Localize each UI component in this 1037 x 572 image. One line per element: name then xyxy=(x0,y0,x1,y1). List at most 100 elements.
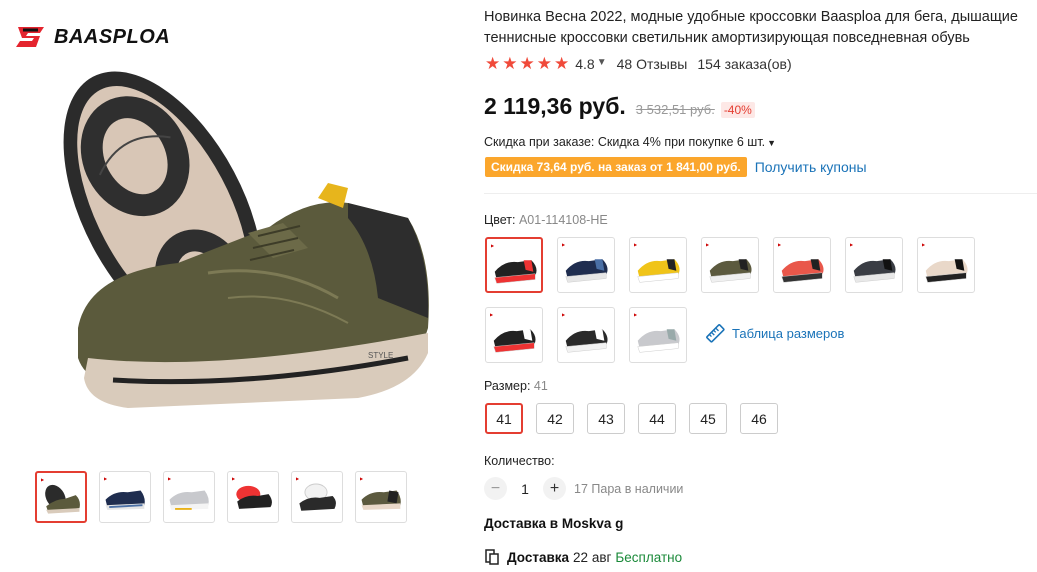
size-chart-label: Таблица размеров xyxy=(732,325,845,341)
quantity-stepper: − 1 + 17 Пара в наличии xyxy=(484,477,683,500)
discount-badge: -40% xyxy=(720,102,755,118)
main-product-image[interactable]: STYLE xyxy=(18,58,448,453)
color-selected: A01-114108-HE xyxy=(518,213,608,227)
size-option[interactable]: 45 xyxy=(689,403,727,434)
size-options: 41 42 43 44 45 46 xyxy=(485,403,778,434)
size-label-text: Размер: xyxy=(484,379,531,393)
color-swatch-black-white[interactable]: ▶ xyxy=(557,307,615,363)
get-coupons-link[interactable]: Получить купоны xyxy=(755,159,867,175)
order-discount[interactable]: Скидка при заказе: Скидка 4% при покупке… xyxy=(484,135,776,149)
swatch-image xyxy=(493,329,536,353)
color-swatches: ▶ ▶ ▶ ▶ ▶ ▶ ▶ ▶ ▶ ▶ xyxy=(485,237,995,363)
delivery-icon xyxy=(485,549,499,565)
size-option[interactable]: 44 xyxy=(638,403,676,434)
mini-brand-icon: ▶ xyxy=(360,476,364,481)
brand-name: BAASPLOA xyxy=(54,25,171,48)
size-chart-link[interactable]: Таблица размеров xyxy=(704,322,844,344)
swatch-image xyxy=(565,329,608,353)
gallery-thumb[interactable]: ▶ xyxy=(35,471,87,523)
mini-brand-icon: ▶ xyxy=(634,312,638,317)
stock-info: 17 Пара в наличии xyxy=(574,481,684,496)
gallery-thumb[interactable]: ▶ xyxy=(99,471,151,523)
color-swatch-yellow[interactable]: ▶ xyxy=(629,237,687,293)
old-price: 3 532,51 руб. xyxy=(635,102,715,117)
size-option[interactable]: 42 xyxy=(536,403,574,434)
star-icon: ★ xyxy=(519,54,535,73)
mini-brand-icon: ▶ xyxy=(104,476,108,481)
rating-row: ★ ★ ★ ★ ★ 4.8 ▼ 48 Отзывы 154 заказа(ов) xyxy=(485,55,792,72)
mini-brand-icon: ▶ xyxy=(706,242,710,247)
coupon-badge: Скидка 73,64 руб. на заказ от 1 841,00 р… xyxy=(485,157,747,177)
color-label: Цвет: A01-114108-HE xyxy=(484,213,608,227)
price-row: 2 119,36 руб. 3 532,51 руб. -40% xyxy=(484,93,755,120)
coupon-row: Скидка 73,64 руб. на заказ от 1 841,00 р… xyxy=(485,157,867,177)
mini-brand-icon: ▶ xyxy=(490,312,494,317)
swatch-image xyxy=(709,259,752,283)
chevron-down-icon: ▼ xyxy=(767,138,777,148)
thumb-image xyxy=(169,490,209,510)
decrement-button[interactable]: − xyxy=(484,477,507,500)
color-swatch-beige[interactable]: ▶ xyxy=(917,237,975,293)
orders-count: 154 заказа(ов) xyxy=(697,55,792,72)
color-swatch-olive[interactable]: ▶ xyxy=(701,237,759,293)
swatch-image xyxy=(565,259,608,283)
gallery-thumb[interactable]: ▶ xyxy=(163,471,215,523)
mini-brand-icon: ▶ xyxy=(850,242,854,247)
star-icon: ★ xyxy=(554,54,570,73)
quantity-label: Количество: xyxy=(484,454,555,468)
mini-brand-icon: ▶ xyxy=(634,242,638,247)
color-swatch-light-grey[interactable]: ▶ xyxy=(629,307,687,363)
color-swatch-black-red[interactable]: ▶ xyxy=(485,237,543,293)
brand-logo[interactable]: BAASPLOA xyxy=(14,22,170,52)
color-swatch-coral[interactable]: ▶ xyxy=(773,237,831,293)
product-title: Новинка Весна 2022, модные удобные кросс… xyxy=(484,9,1018,46)
delivery-date: 22 авг xyxy=(573,549,612,565)
increment-button[interactable]: + xyxy=(543,477,566,500)
size-option[interactable]: 41 xyxy=(485,403,523,434)
size-option[interactable]: 43 xyxy=(587,403,625,434)
mini-brand-icon: ▶ xyxy=(778,242,782,247)
star-icon: ★ xyxy=(502,54,518,73)
mini-brand-icon: ▶ xyxy=(232,476,236,481)
color-swatch-black-white-red[interactable]: ▶ xyxy=(485,307,543,363)
thumb-image xyxy=(361,490,401,510)
delivery-row: Доставка 22 авг Бесплатно xyxy=(485,549,682,565)
order-discount-text: Скидка при заказе: Скидка 4% при покупке… xyxy=(484,135,766,149)
reviews-link[interactable]: 48 Отзывы xyxy=(617,56,688,72)
thumb-image xyxy=(105,490,145,510)
svg-text:STYLE: STYLE xyxy=(368,351,393,360)
swatch-image xyxy=(781,259,824,283)
thumb-image xyxy=(299,483,336,511)
color-swatch-dark-grey[interactable]: ▶ xyxy=(845,237,903,293)
gallery-thumb[interactable]: ▶ xyxy=(291,471,343,523)
delivery-title[interactable]: Доставка в Moskva g xyxy=(484,516,623,531)
divider xyxy=(484,193,1037,194)
delivery-label: Доставка xyxy=(507,549,570,565)
gallery-thumb[interactable]: ▶ xyxy=(355,471,407,523)
rating-value[interactable]: 4.8 xyxy=(575,56,594,72)
gallery-thumbnails: ▶ ▶ ▶ ▶ ▶ ▶ xyxy=(35,471,407,523)
swatch-image xyxy=(637,329,680,353)
swatch-image xyxy=(637,259,680,283)
mini-brand-icon: ▶ xyxy=(296,476,300,481)
size-selected: 41 xyxy=(533,379,548,393)
chevron-down-icon[interactable]: ▼ xyxy=(597,57,607,68)
current-price: 2 119,36 руб. xyxy=(484,93,626,119)
mini-brand-icon: ▶ xyxy=(41,477,45,482)
mini-brand-icon: ▶ xyxy=(491,243,495,248)
thumb-image xyxy=(45,484,80,514)
color-swatch-navy[interactable]: ▶ xyxy=(557,237,615,293)
color-label-text: Цвет: xyxy=(484,213,516,227)
gallery-thumb[interactable]: ▶ xyxy=(227,471,279,523)
quantity-input[interactable]: 1 xyxy=(507,481,543,497)
thumb-image xyxy=(236,485,272,509)
star-icon: ★ xyxy=(485,54,501,73)
brand-logo-icon xyxy=(16,27,44,47)
size-option[interactable]: 46 xyxy=(740,403,778,434)
mini-brand-icon: ▶ xyxy=(168,476,172,481)
rating-stars: ★ ★ ★ ★ ★ xyxy=(485,55,569,72)
mini-brand-icon: ▶ xyxy=(562,312,566,317)
swatch-image xyxy=(494,260,537,284)
ruler-icon xyxy=(706,324,725,343)
swatch-image xyxy=(925,259,968,283)
